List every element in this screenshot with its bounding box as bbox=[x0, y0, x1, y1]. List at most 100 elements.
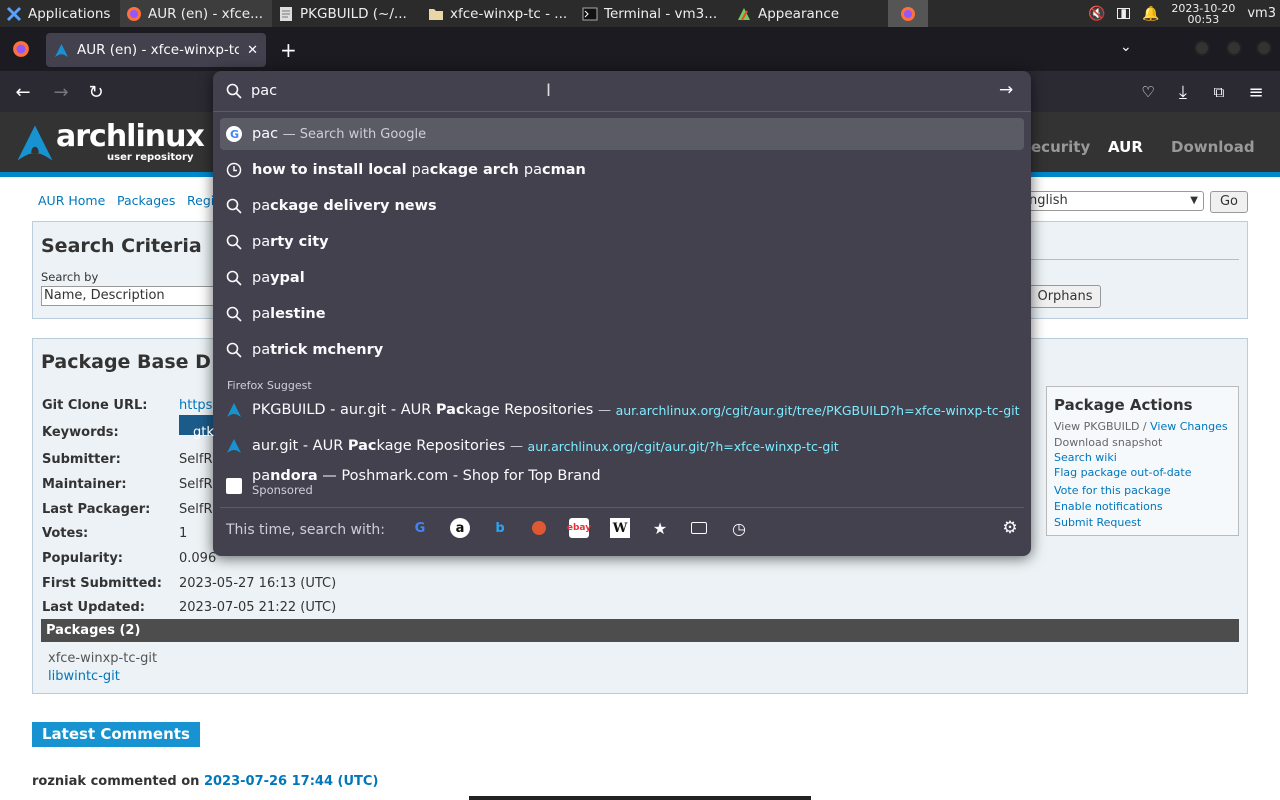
search-suggestion[interactable]: pa ckage delivery news bbox=[220, 190, 1024, 222]
minimize-button[interactable] bbox=[1194, 40, 1210, 56]
pocket-icon[interactable]: ♡ bbox=[1137, 81, 1159, 103]
tab-aur[interactable]: AUR (en) - xfce-winxp-tc ✕ bbox=[46, 33, 266, 67]
search-suggestion[interactable]: pa ypal bbox=[220, 262, 1024, 294]
close-window-button[interactable] bbox=[1256, 40, 1272, 56]
downloads-icon[interactable]: ⤓ bbox=[1172, 81, 1194, 103]
orphans-button[interactable]: Orphans bbox=[1029, 285, 1101, 308]
detail-value[interactable]: https bbox=[179, 398, 212, 413]
search-settings-gear-icon[interactable]: ⚙ bbox=[1000, 518, 1020, 538]
arch-favicon-icon bbox=[227, 403, 241, 417]
url-input[interactable]: pac I → bbox=[213, 71, 1031, 111]
search-wiki-link[interactable]: Search wiki bbox=[1054, 451, 1117, 464]
arch-logo-text[interactable]: archlinux bbox=[56, 119, 205, 154]
submit-request-link[interactable]: Submit Request bbox=[1054, 516, 1141, 529]
new-tab-button[interactable]: + bbox=[280, 38, 297, 62]
suggest-title: kage Repositories bbox=[376, 438, 506, 454]
extensions-icon[interactable]: ⧉ bbox=[1208, 81, 1230, 103]
select-chevron-icon: ▼ bbox=[1190, 195, 1198, 206]
battery-icon[interactable]: ▮ bbox=[1117, 7, 1130, 19]
firefox-launcher[interactable] bbox=[888, 0, 928, 27]
suggestion-bold: trick mchenry bbox=[270, 342, 384, 358]
suggestion-google-search[interactable]: G pac — Search with Google bbox=[220, 118, 1024, 150]
vote-link[interactable]: Vote for this package bbox=[1054, 484, 1171, 497]
suggestion-typed: pa bbox=[523, 162, 543, 178]
amazon-engine-icon[interactable]: a bbox=[450, 518, 470, 538]
suggestion-history[interactable]: how to install local pa ckage arch pa cman bbox=[220, 154, 1024, 186]
taskbar-window-terminal[interactable]: Terminal - vm3... bbox=[576, 0, 730, 27]
detail-value: SelfR bbox=[179, 502, 213, 517]
taskbar-window-title: xfce-winxp-tc - ... bbox=[450, 5, 568, 22]
suggestion-typed: pa bbox=[252, 234, 271, 250]
suggest-title: kage Repositories bbox=[464, 402, 594, 418]
subnav-register[interactable]: Regi bbox=[187, 193, 214, 208]
nav-download[interactable]: Download bbox=[1171, 138, 1255, 156]
search-suggestion[interactable]: pa rty city bbox=[220, 226, 1024, 258]
suggest-dash: — bbox=[597, 402, 611, 418]
go-button[interactable]: Go bbox=[1210, 191, 1248, 213]
firefox-view-icon[interactable] bbox=[12, 40, 30, 58]
taskbar-window-aur[interactable]: AUR (en) - xfce... bbox=[120, 0, 272, 27]
back-arrow-icon[interactable]: ← bbox=[12, 81, 34, 103]
bookmarks-star-icon[interactable]: ★ bbox=[650, 518, 670, 538]
view-changes-link[interactable]: View Changes bbox=[1150, 420, 1227, 433]
clock[interactable]: 2023-10-20 00:53 bbox=[1171, 3, 1235, 25]
detail-value: SelfR bbox=[179, 452, 213, 467]
maximize-button[interactable] bbox=[1226, 40, 1242, 56]
clock-date: 2023-10-20 bbox=[1171, 1, 1236, 15]
notification-bell-icon[interactable]: 🔔 bbox=[1142, 6, 1159, 22]
arch-favicon-icon bbox=[54, 43, 69, 57]
suggest-sponsored[interactable]: pandora — Poshmark.com - Shop for Top Br… bbox=[220, 466, 1024, 506]
urlbar-dropdown: pac I → G pac — Search with Google how t… bbox=[213, 71, 1031, 556]
search-suggestion[interactable]: pa lestine bbox=[220, 298, 1024, 330]
subnav-aur-home[interactable]: AUR Home bbox=[38, 193, 105, 208]
svg-text:G: G bbox=[230, 128, 239, 141]
suggest-pkgbuild[interactable]: PKGBUILD - aur.git - AUR Pac kage Reposit… bbox=[220, 394, 1024, 426]
search-suggestion[interactable]: pa trick mchenry bbox=[220, 334, 1024, 366]
enable-notifications-link[interactable]: Enable notifications bbox=[1054, 500, 1163, 513]
user-name[interactable]: vm3 bbox=[1247, 6, 1276, 21]
menu-hamburger-icon[interactable]: ≡ bbox=[1245, 81, 1267, 103]
comment-header: rozniak commented on 2023-07-26 17:44 (U… bbox=[32, 774, 378, 789]
forward-arrow-icon[interactable]: → bbox=[50, 81, 72, 103]
taskbar-window-appearance[interactable]: Appearance bbox=[730, 0, 880, 27]
language-select[interactable]: nglish ▼ bbox=[1020, 191, 1204, 211]
reload-icon[interactable]: ↻ bbox=[85, 81, 107, 103]
flag-out-of-date-link[interactable]: Flag package out-of-date bbox=[1054, 466, 1192, 479]
suggest-title: PKGBUILD - aur.git - AUR bbox=[252, 402, 436, 418]
detail-value: 2023-05-27 16:13 (UTC) bbox=[179, 576, 337, 591]
horizontal-scrollbar[interactable] bbox=[469, 796, 811, 800]
bing-engine-icon[interactable]: b bbox=[490, 518, 510, 538]
subnav-packages[interactable]: Packages bbox=[117, 193, 175, 208]
suggestion-bold: cman bbox=[542, 162, 586, 178]
list-tabs-chevron-icon[interactable]: ⌄ bbox=[1120, 39, 1132, 55]
tabs-icon[interactable] bbox=[689, 518, 709, 538]
tab-close-icon[interactable]: ✕ bbox=[247, 43, 258, 58]
detail-label: Git Clone URL: bbox=[42, 398, 148, 413]
suggestion-bold: lestine bbox=[270, 306, 326, 322]
suggestion-bold: ckage arch bbox=[429, 162, 524, 178]
search-by-select[interactable]: Name, Description bbox=[41, 286, 221, 306]
google-engine-icon[interactable]: G bbox=[410, 518, 430, 538]
comment-date-link[interactable]: 2023-07-26 17:44 (UTC) bbox=[204, 774, 378, 789]
package-item-link[interactable]: libwintc-git bbox=[48, 669, 120, 684]
nav-aur[interactable]: AUR bbox=[1108, 138, 1143, 156]
taskbar-window-files[interactable]: xfce-winxp-tc - ... bbox=[422, 0, 576, 27]
detail-label: Keywords: bbox=[42, 425, 119, 440]
applications-menu[interactable]: Applications ⋮ bbox=[0, 0, 120, 27]
suggestion-typed: pa bbox=[252, 306, 271, 322]
comment-author: rozniak commented on bbox=[32, 774, 200, 789]
suggest-dash: — bbox=[509, 438, 523, 454]
nav-security[interactable]: ecurity bbox=[1031, 138, 1090, 156]
wikipedia-engine-icon[interactable]: W bbox=[610, 518, 630, 538]
taskbar-window-pkgbuild[interactable]: PKGBUILD (~/... bbox=[272, 0, 422, 27]
history-engine-icon[interactable]: ◷ bbox=[729, 518, 749, 538]
ebay-engine-icon[interactable]: ebay bbox=[567, 518, 591, 538]
suggest-aur-git[interactable]: aur.git - AUR Pac kage Repositories — aur… bbox=[220, 430, 1024, 462]
duckduckgo-engine-icon[interactable] bbox=[529, 518, 549, 538]
mute-icon[interactable]: 🔇 bbox=[1088, 6, 1105, 22]
detail-value: 1 bbox=[179, 526, 188, 541]
arch-logo-icon[interactable] bbox=[15, 122, 55, 164]
latest-comments-heading: Latest Comments bbox=[32, 722, 200, 747]
go-arrow-icon[interactable]: → bbox=[999, 80, 1013, 100]
suggestion-text: pac bbox=[252, 126, 279, 142]
